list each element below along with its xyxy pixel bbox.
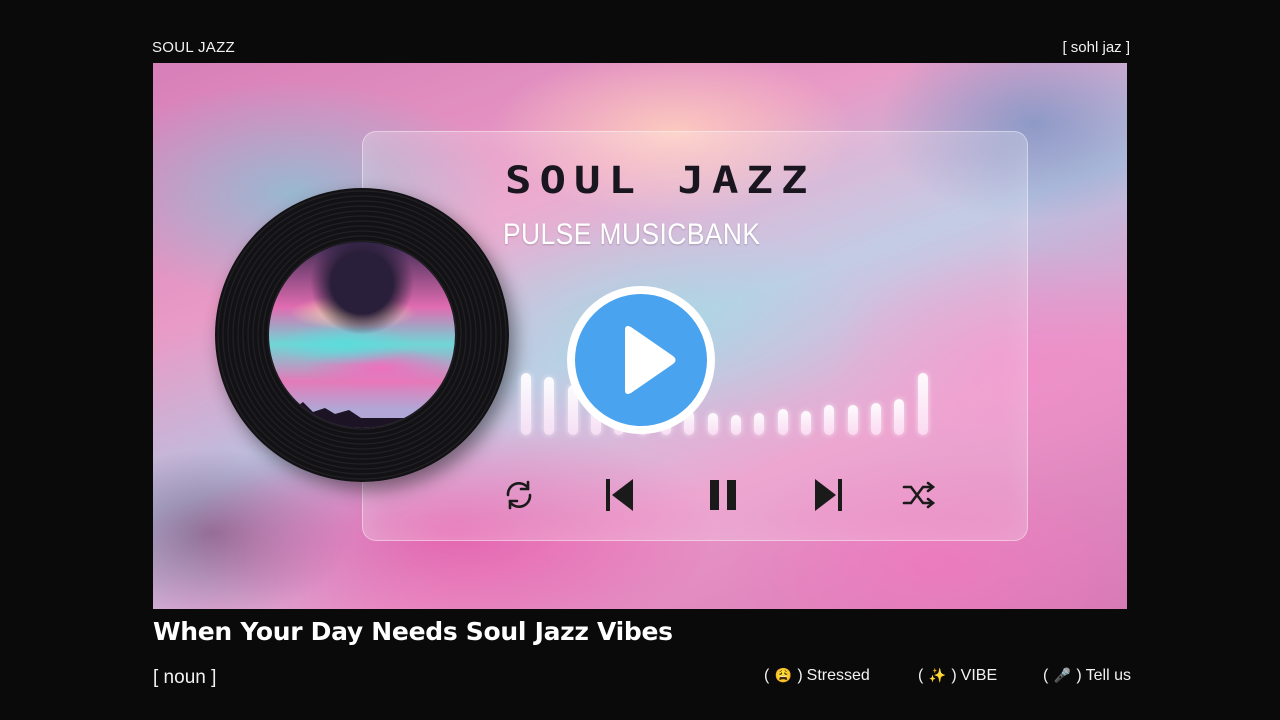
chip-label: VIBE (960, 667, 998, 684)
repeat-icon[interactable] (497, 473, 541, 517)
equalizer-bar (777, 409, 788, 435)
equalizer-bar (544, 377, 555, 435)
shuffle-icon[interactable] (897, 473, 941, 517)
play-button[interactable] (567, 286, 715, 434)
pause-icon[interactable] (701, 473, 745, 517)
reaction-chip-stressed[interactable]: (😩) Stressed (764, 667, 870, 685)
skip-previous-icon[interactable] (597, 473, 641, 517)
equalizer-bar (801, 411, 811, 435)
equalizer-bar (871, 403, 881, 435)
stressed-emoji-icon: 😩 (774, 667, 793, 683)
video-thumbnail[interactable]: SOUL JAZZ PULSE MUSICBANK (153, 63, 1127, 609)
equalizer-bar (824, 405, 835, 435)
category-label: SOUL JAZZ (152, 39, 235, 56)
video-title[interactable]: When Your Day Needs Soul Jazz Vibes (153, 617, 673, 646)
skip-next-icon[interactable] (807, 473, 851, 517)
equalizer-bar (731, 415, 741, 435)
play-icon (575, 294, 707, 426)
channel-subtitle: PULSE MUSICBANK (503, 218, 761, 251)
pronunciation-label: [ sohl jaz ] (1062, 39, 1130, 56)
forest-silhouette-icon (269, 394, 455, 428)
equalizer-bar (894, 399, 905, 435)
vinyl-record (215, 188, 509, 482)
equalizer-bar (707, 413, 718, 435)
equalizer-bar (917, 373, 928, 435)
microphone-emoji-icon: 🎤 (1053, 667, 1072, 683)
chip-label: Stressed (806, 667, 870, 684)
equalizer-bar (847, 405, 858, 435)
part-of-speech: [ noun ] (153, 667, 217, 688)
sparkles-emoji-icon: ✨ (928, 667, 947, 683)
reaction-chip-tell-us[interactable]: (🎤) Tell us (1043, 667, 1131, 685)
equalizer-bar (521, 373, 531, 435)
logo-title: SOUL JAZZ (505, 158, 816, 203)
reaction-chip-vibe[interactable]: (✨) VIBE (918, 667, 997, 685)
equalizer-bar (754, 413, 765, 435)
player-controls (493, 473, 943, 517)
chip-label: Tell us (1085, 667, 1132, 684)
record-label-art (269, 242, 455, 428)
